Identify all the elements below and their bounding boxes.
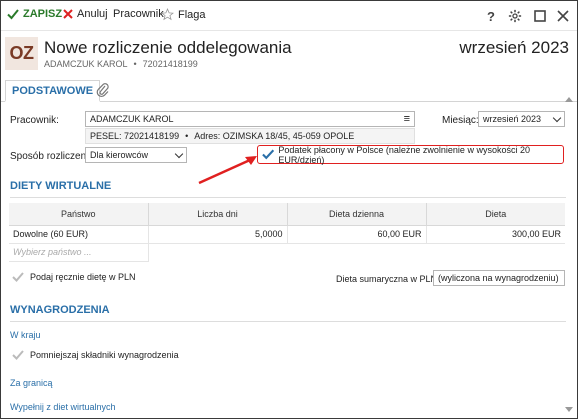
maximize-icon[interactable]: [532, 8, 548, 24]
empty-cell: [426, 243, 565, 261]
table-row[interactable]: Dowolne (60 EUR) 5,0000 60,00 EUR 300,00…: [9, 225, 565, 244]
month-select[interactable]: wrzesień 2023: [478, 111, 565, 127]
method-value: Dla kierowców: [90, 150, 149, 160]
manual-diet-label: Podaj ręcznie dietę w PLN: [30, 272, 136, 282]
diets-divider: [10, 197, 566, 198]
header: OZ Nowe rozliczenie oddelegowania ADAMCZ…: [1, 32, 577, 76]
sum-diet-value: (wyliczona na wynagrodzeniu): [438, 273, 559, 283]
header-pesel: 72021418199: [142, 59, 198, 69]
employee-value: ADAMCZUK KAROL: [90, 114, 174, 124]
help-icon[interactable]: ?: [483, 8, 499, 24]
checkmark-icon: [12, 350, 24, 360]
empty-cell: [287, 243, 426, 261]
header-person: ADAMCZUK KAROL: [44, 59, 128, 69]
tax-paid-poland-checkbox[interactable]: Podatek płacony w Polsce (należne zwolni…: [257, 144, 564, 165]
cell-total: 300,00 EUR: [426, 225, 565, 244]
fill-from-diets-link[interactable]: Wypełnij z diet wirtualnych: [10, 402, 115, 412]
close-icon: [63, 9, 73, 19]
table-row-new[interactable]: Wybierz państwo ...: [9, 243, 565, 262]
toolbar: ZAPISZ Anuluj Pracownik Flaga ?: [1, 1, 577, 31]
employee-field[interactable]: ADAMCZUK KAROL ≡: [85, 111, 415, 127]
sum-diet-label: Dieta sumaryczna w PLN:: [336, 274, 440, 284]
cell-country[interactable]: Dowolne (60 EUR): [9, 225, 149, 244]
flag-label: Flaga: [178, 8, 206, 21]
checkmark-icon: [12, 272, 24, 282]
column-header-total: Dieta: [426, 203, 565, 226]
close-window-icon[interactable]: [555, 8, 571, 24]
cell-daily: 60,00 EUR: [287, 225, 427, 244]
diets-section-title: DIETY WIRTUALNE: [10, 180, 112, 192]
month-field-label: Miesiąc:: [442, 115, 479, 126]
save-label: ZAPISZ: [23, 8, 63, 20]
employee-button[interactable]: Pracownik: [113, 8, 164, 20]
info-dot: •: [185, 131, 189, 141]
column-header-days: Liczba dni: [148, 203, 288, 226]
diets-table: Państwo Liczba dni Dieta dzienna Dieta D…: [9, 203, 565, 262]
header-dot: •: [133, 59, 137, 69]
domestic-link[interactable]: W kraju: [10, 330, 41, 340]
window: ZAPISZ Anuluj Pracownik Flaga ? OZ Nowe …: [0, 0, 578, 419]
cell-days[interactable]: 5,0000: [148, 225, 288, 244]
scroll-up-icon[interactable]: [565, 97, 573, 102]
sum-diet-field[interactable]: (wyliczona na wynagrodzeniu): [433, 270, 565, 286]
column-header-daily: Dieta dzienna: [287, 203, 427, 226]
employee-label: Pracownik: [113, 8, 164, 20]
method-select[interactable]: Dla kierowców: [85, 147, 187, 163]
reduce-salary-label: Pomniejszaj składniki wynagrodzenia: [30, 350, 179, 360]
salary-section-title: WYNAGRODZENIA: [10, 304, 110, 316]
employee-field-label: Pracownik:: [10, 115, 59, 126]
tab-podstawowe[interactable]: PODSTAWOWE: [5, 80, 101, 102]
chevron-down-icon: [174, 149, 184, 158]
empty-cell: [148, 243, 287, 261]
column-header-country: Państwo: [9, 203, 149, 226]
tab-bar: PODSTAWOWE: [1, 80, 577, 102]
gear-icon[interactable]: [507, 8, 523, 24]
manual-diet-checkbox[interactable]: Podaj ręcznie dietę w PLN: [12, 272, 136, 282]
header-month: wrzesień 2023: [459, 38, 569, 57]
country-picker-placeholder[interactable]: Wybierz państwo ...: [9, 243, 149, 262]
abroad-link[interactable]: Za granicą: [10, 378, 53, 388]
salary-divider: [10, 321, 566, 322]
cancel-label: Anuluj: [77, 8, 108, 20]
red-arrow-annotation: [198, 156, 257, 185]
checkmark-icon: [7, 9, 19, 20]
tax-paid-label: Podatek płacony w Polsce (należne zwolni…: [278, 144, 530, 165]
chevron-down-icon: [552, 113, 562, 122]
save-button[interactable]: ZAPISZ: [7, 8, 62, 20]
checkmark-icon: [262, 149, 275, 160]
info-pesel: PESEL: 72021418199: [90, 131, 180, 141]
method-field-label: Sposób rozliczenia:: [10, 151, 97, 162]
month-value: wrzesień 2023: [483, 114, 542, 124]
flag-button[interactable]: Flaga: [161, 8, 206, 21]
scroll-down-icon[interactable]: [565, 407, 573, 412]
cancel-button[interactable]: Anuluj: [63, 8, 108, 20]
reduce-salary-checkbox[interactable]: Pomniejszaj składniki wynagrodzenia: [12, 350, 179, 360]
page-title: Nowe rozliczenie oddelegowania: [44, 38, 292, 57]
paperclip-icon[interactable]: [96, 82, 110, 98]
menu-lines-icon[interactable]: ≡: [404, 113, 410, 124]
header-subtitle: ADAMCZUK KAROL • 72021418199: [44, 59, 198, 69]
table-header-row: Państwo Liczba dni Dieta dzienna Dieta: [9, 203, 565, 226]
star-icon: [161, 8, 174, 21]
document-badge: OZ: [5, 37, 38, 70]
employee-info: PESEL: 72021418199 • Adres: OZIMSKA 18/4…: [85, 128, 415, 144]
info-address: Adres: OZIMSKA 18/45, 45-059 OPOLE: [194, 131, 355, 141]
